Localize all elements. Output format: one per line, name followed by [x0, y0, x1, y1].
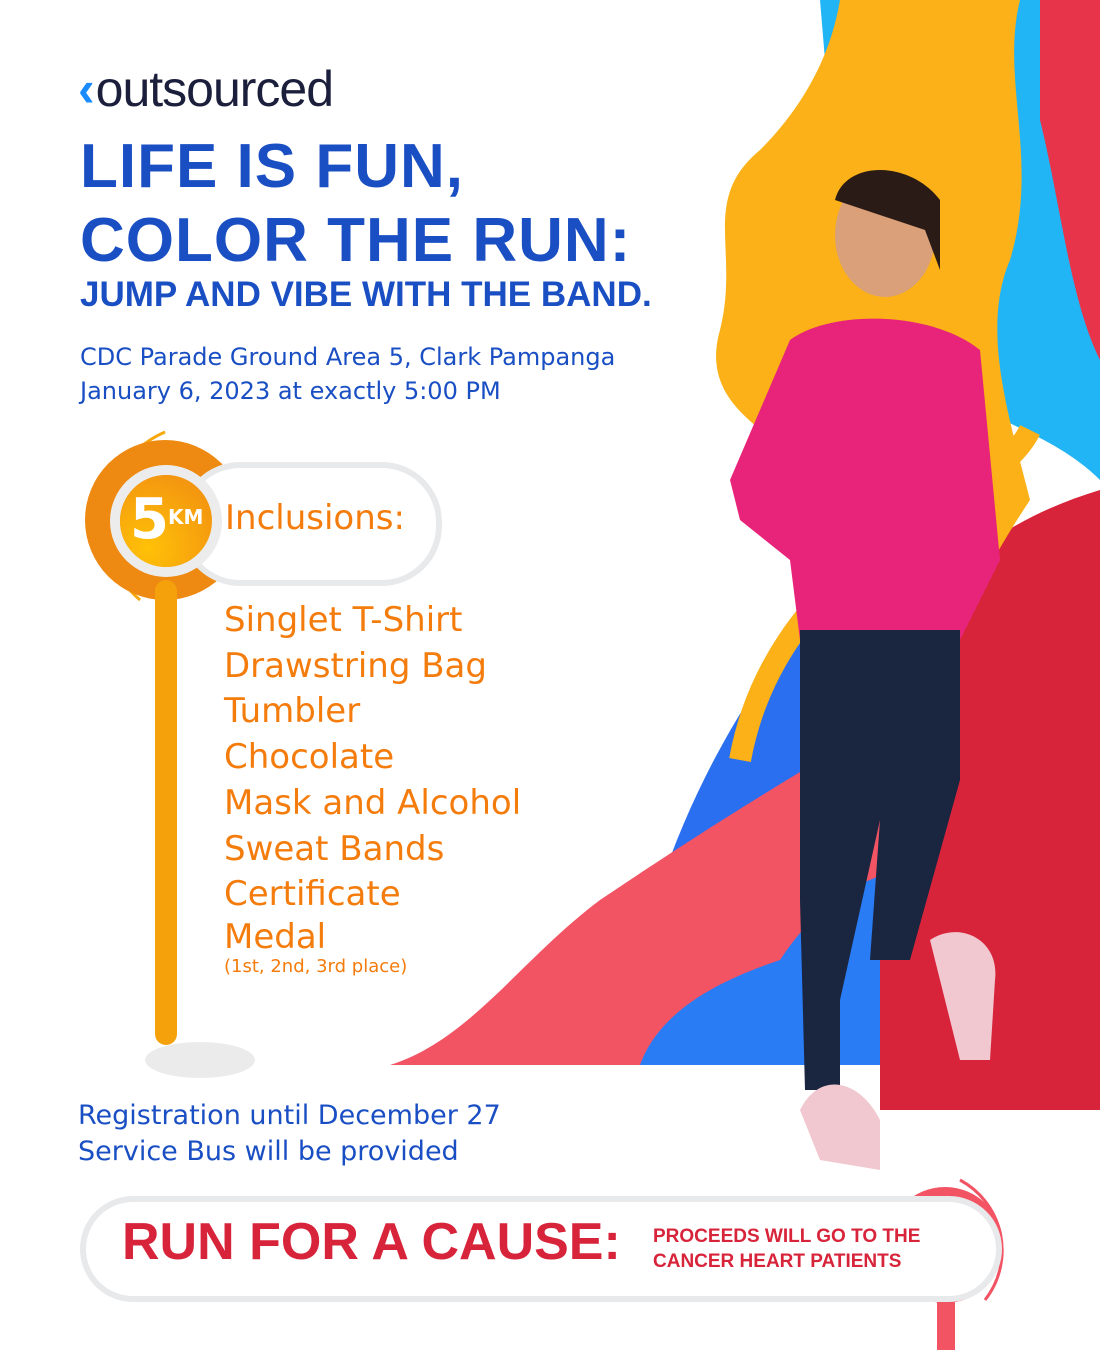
cause-subtitle-line-1: PROCEEDS WILL GO TO THE	[653, 1226, 921, 1247]
inclusion-item: Sweat Bands	[224, 828, 445, 869]
distance-value: 5	[130, 487, 169, 552]
inclusion-item: Tumbler	[224, 691, 361, 732]
inclusion-item: Medal	[224, 916, 327, 957]
registration-deadline: Registration until December 27	[78, 1100, 501, 1131]
orange-pin-stem	[155, 580, 177, 1045]
headline-line-2: COLOR THE RUN:	[80, 206, 632, 275]
outsourced-logo: ‹outsourced	[78, 60, 334, 118]
headline: LIFE IS FUN, COLOR THE RUN:	[80, 130, 631, 278]
inclusion-item: Certificate	[224, 874, 401, 915]
inclusion-item: Drawstring Bag	[224, 645, 487, 686]
cause-subtitle: PROCEEDS WILL GO TO THE CANCER HEART PAT…	[653, 1224, 920, 1274]
cause-subtitle-line-2: CANCER HEART PATIENTS	[653, 1251, 902, 1272]
medal-note: (1st, 2nd, 3rd place)	[224, 955, 408, 977]
event-venue: CDC Parade Ground Area 5, Clark Pampanga	[80, 343, 616, 371]
distance-badge: 5 KM	[120, 475, 212, 567]
inclusions-title: Inclusions:	[225, 498, 405, 538]
inclusion-item: Chocolate	[224, 737, 395, 778]
cause-title: RUN FOR A CAUSE:	[122, 1213, 621, 1271]
distance-unit: KM	[168, 505, 204, 529]
inclusion-item: Mask and Alcohol	[224, 782, 522, 823]
event-datetime: January 6, 2023 at exactly 5:00 PM	[80, 377, 501, 405]
registration-info: Registration until December 27 Service B…	[78, 1098, 501, 1170]
logo-text: outsourced	[95, 61, 334, 117]
headline-line-1: LIFE IS FUN,	[80, 132, 464, 201]
inclusions-list: Singlet T-Shirt Drawstring Bag Tumbler C…	[224, 598, 521, 978]
inclusion-item: Singlet T-Shirt	[224, 600, 463, 640]
logo-chevron-icon: ‹	[78, 61, 95, 117]
event-info: CDC Parade Ground Area 5, Clark Pampanga…	[80, 340, 615, 408]
service-bus-note: Service Bus will be provided	[78, 1136, 459, 1167]
subheadline: JUMP AND VIBE WITH THE BAND.	[80, 275, 652, 314]
